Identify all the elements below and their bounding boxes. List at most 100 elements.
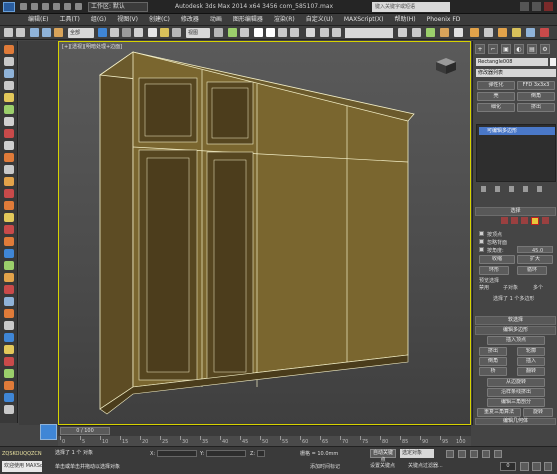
soft-selection-rollout[interactable]: 软选择 — [475, 316, 556, 325]
turn-button[interactable]: 旋转 — [523, 408, 553, 417]
previous-frame-icon[interactable] — [458, 450, 466, 458]
motion-tab[interactable]: ◐ — [514, 44, 524, 54]
tool-icon-19[interactable] — [4, 261, 14, 270]
align-icon[interactable] — [332, 28, 341, 37]
undo-icon[interactable] — [53, 3, 60, 10]
rectangle-selection-icon[interactable] — [122, 28, 131, 37]
tool-icon-6[interactable] — [4, 105, 14, 114]
track-bar[interactable]: 0 5 10 15 20 25 30 35 40 45 50 55 60 65 … — [58, 436, 471, 446]
inset-button[interactable]: 插入 — [517, 357, 545, 366]
menu-views[interactable]: 视图(V) — [117, 14, 138, 25]
tool-icon-2[interactable] — [4, 57, 14, 66]
unlink-icon[interactable] — [42, 28, 51, 37]
menu-customize[interactable]: 自定义(U) — [306, 14, 333, 25]
modifier-button-1[interactable]: 弹性化 — [477, 81, 515, 90]
tool-icon-30[interactable] — [4, 393, 14, 402]
open-file-icon[interactable] — [31, 3, 38, 10]
selection-filter-dropdown[interactable]: 全部 — [68, 28, 94, 38]
current-frame-field[interactable]: 0 — [500, 462, 516, 471]
tool-icon-5[interactable] — [4, 93, 14, 102]
menu-modifiers[interactable]: 修改器 — [181, 14, 199, 25]
viewcube-icon[interactable] — [433, 56, 459, 76]
keyboard-shortcut-icon[interactable] — [240, 28, 249, 37]
display-tab[interactable]: ▤ — [527, 44, 537, 54]
tool-icon-16[interactable] — [4, 225, 14, 234]
tool-icon-4[interactable] — [4, 81, 14, 90]
extrude-along-spline-button[interactable]: 沿样条线挤出 — [487, 388, 545, 397]
modifier-list-dropdown[interactable]: 修改器列表 — [476, 69, 556, 77]
workspace-dropdown[interactable]: 工作区: 默认 — [88, 2, 148, 12]
tool-icon-24[interactable] — [4, 321, 14, 330]
pan-icon[interactable] — [532, 462, 541, 471]
tool-icon-1[interactable] — [4, 45, 14, 54]
orbit-icon[interactable] — [544, 462, 552, 471]
edit-polygons-rollout[interactable]: 编辑多边形 — [475, 326, 556, 335]
outline-button[interactable]: 轮廓 — [517, 347, 545, 356]
goto-end-icon[interactable] — [494, 450, 502, 458]
tool-icon-3[interactable] — [4, 69, 14, 78]
tool-icon-27[interactable] — [4, 357, 14, 366]
modify-tab[interactable]: ⌐ — [488, 44, 498, 54]
menu-edit[interactable]: 编辑(E) — [28, 14, 48, 25]
modifier-button-6[interactable]: 挤出 — [517, 103, 555, 112]
search-input[interactable]: 键入关键字或短语 — [372, 2, 450, 12]
stack-item-editable-poly[interactable]: 可编辑多边形 — [479, 127, 555, 135]
tool-icon-9[interactable] — [4, 141, 14, 150]
edit-named-selection-icon[interactable] — [306, 28, 315, 37]
preview-disabled-radio[interactable]: 禁用 — [479, 284, 489, 291]
spinner-snap-icon[interactable] — [290, 28, 299, 37]
menu-create[interactable]: 创建(C) — [149, 14, 170, 25]
perspective-viewport[interactable]: [+][透视][明暗处理+边面] — [58, 41, 471, 425]
extrude-button[interactable]: 挤出 — [479, 347, 507, 356]
z-coordinate-field[interactable] — [256, 450, 265, 457]
retriangulate-button[interactable]: 重复三角算法 — [477, 408, 521, 417]
pivot-point-icon[interactable] — [214, 28, 223, 37]
key-filters-button[interactable]: 关键点过滤器... — [408, 462, 443, 469]
schematic-view-icon[interactable] — [440, 28, 449, 37]
flip-button[interactable]: 翻转 — [517, 367, 545, 376]
remove-modifier-icon[interactable] — [523, 186, 528, 192]
project-folder-icon[interactable] — [75, 3, 82, 10]
tool-icon-20[interactable] — [4, 273, 14, 282]
bevel-button[interactable]: 倒角 — [479, 357, 507, 366]
close-icon[interactable] — [544, 2, 553, 11]
grow-button[interactable]: 扩大 — [517, 255, 553, 264]
pin-stack-icon[interactable] — [481, 186, 486, 192]
polygon-icon[interactable] — [531, 217, 539, 225]
insert-vertex-button[interactable]: 插入顶点 — [487, 336, 545, 345]
tool-icon-13[interactable] — [4, 189, 14, 198]
tool-icon-8[interactable] — [4, 129, 14, 138]
redo-icon[interactable] — [16, 28, 25, 37]
select-manipulate-icon[interactable] — [228, 28, 237, 37]
render-iterative-icon[interactable] — [512, 28, 521, 37]
tool-icon-10[interactable] — [4, 153, 14, 162]
rendered-frame-window-icon[interactable] — [484, 28, 493, 37]
tool-icon-22[interactable] — [4, 297, 14, 306]
named-selection-set-dropdown[interactable] — [345, 28, 393, 38]
bridge-button[interactable]: 桥 — [479, 367, 507, 376]
redo-icon[interactable] — [64, 3, 71, 10]
edge-icon[interactable] — [511, 217, 518, 224]
ignore-backfacing-checkbox[interactable] — [479, 239, 484, 244]
menu-maxscript[interactable]: MAXScript(X) — [344, 14, 384, 25]
tool-icon-26[interactable] — [4, 345, 14, 354]
select-scale-icon[interactable] — [172, 28, 181, 37]
select-by-name-icon[interactable] — [110, 28, 119, 37]
mini-listener-icon[interactable] — [40, 424, 57, 440]
snaps-toggle-icon[interactable] — [254, 28, 263, 37]
save-file-icon[interactable] — [42, 3, 49, 10]
window-crossing-icon[interactable] — [134, 28, 143, 37]
menu-graph-editors[interactable]: 图形编辑器 — [233, 14, 263, 25]
tool-icon-29[interactable] — [4, 381, 14, 390]
link-icon[interactable] — [30, 28, 39, 37]
set-key-button[interactable]: 设置关键点 — [370, 462, 395, 469]
auto-key-button[interactable]: 自动关键点 — [370, 449, 396, 463]
play-icon[interactable] — [470, 450, 478, 458]
object-color-swatch[interactable] — [550, 58, 556, 66]
minimize-icon[interactable] — [520, 2, 529, 11]
preview-multi-radio[interactable]: 多个 — [533, 284, 543, 291]
angle-snap-icon[interactable] — [266, 28, 275, 37]
bind-space-warp-icon[interactable] — [54, 28, 63, 37]
border-icon[interactable] — [521, 217, 528, 224]
make-unique-icon[interactable] — [509, 186, 514, 192]
